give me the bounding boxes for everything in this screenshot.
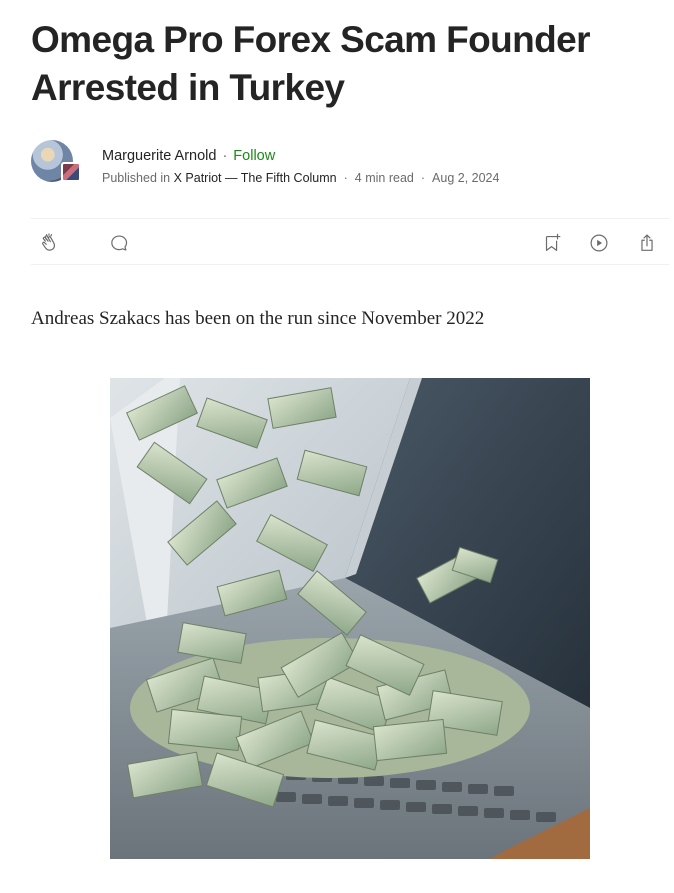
follow-button[interactable]: Follow [233,148,275,164]
bookmark-add-icon[interactable] [541,232,563,254]
published-prefix: Published in [102,171,171,185]
publication-avatar[interactable] [61,162,81,182]
money-laptop-illustration [110,378,590,859]
action-bar [31,218,669,265]
hero-image [110,378,590,859]
clap-icon[interactable] [38,232,60,254]
separator-dot: · [420,171,426,185]
article-title: Omega Pro Forex Scam Founder Arrested in… [31,19,591,108]
author-line: Marguerite Arnold · Follow [102,146,275,166]
meta-line: Published in X Patriot — The Fifth Colum… [102,169,499,187]
author-avatar[interactable] [31,140,81,184]
share-icon[interactable] [636,232,658,254]
author-name-link[interactable]: Marguerite Arnold [102,148,216,164]
separator-dot: · [343,171,348,185]
byline: Marguerite Arnold · Follow Published in X … [31,140,651,187]
comment-icon[interactable] [108,232,130,254]
play-icon[interactable] [588,232,610,254]
separator-dot: · [222,148,228,164]
publication-link[interactable]: X Patriot — The Fifth Column [174,171,337,185]
publish-date: Aug 2, 2024 [432,171,500,185]
read-time: 4 min read [354,171,414,185]
article-lede: Andreas Szakacs has been on the run sinc… [31,308,485,329]
